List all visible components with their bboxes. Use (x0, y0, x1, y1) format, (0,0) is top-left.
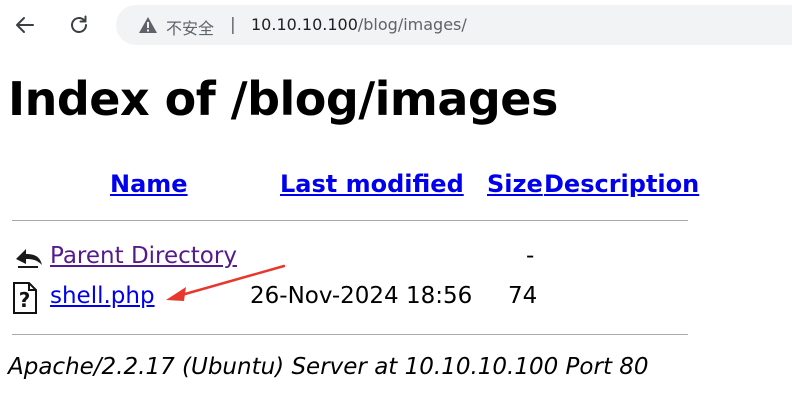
browser-toolbar: 不安全 | 10.10.10.100/blog/images/ (0, 0, 792, 50)
server-signature: Apache/2.2.17 (Ubuntu) Server at 10.10.1… (8, 354, 649, 380)
back-button[interactable] (8, 8, 42, 42)
warning-icon[interactable] (138, 16, 158, 34)
column-header-description[interactable]: Description (544, 170, 699, 198)
url-path: /blog/images/ (357, 15, 467, 34)
reload-button[interactable] (62, 8, 96, 42)
shell-php-link[interactable]: shell.php (50, 283, 155, 309)
svg-text:?: ? (19, 288, 31, 312)
parent-directory-size: - (526, 243, 535, 269)
shell-php-size: 74 (508, 283, 538, 309)
page-title: Index of /blog/images (8, 72, 558, 126)
reload-icon (71, 15, 87, 33)
column-header-last-modified[interactable]: Last modified (280, 170, 464, 198)
top-divider (12, 220, 688, 221)
address-bar[interactable]: 不安全 | 10.10.10.100/blog/images/ (116, 5, 792, 45)
url-host: 10.10.10.100 (251, 15, 358, 34)
column-header-name[interactable]: Name (110, 170, 188, 198)
bottom-divider (12, 334, 688, 335)
arrow-left-icon (16, 17, 34, 33)
security-label[interactable]: 不安全 (166, 15, 214, 39)
back-icon (16, 249, 42, 268)
column-header-size[interactable]: Size (487, 170, 543, 198)
unknown-file-icon: ? (13, 282, 37, 314)
annotation-arrow-icon (166, 264, 286, 301)
address-separator: | (230, 15, 236, 35)
url-text[interactable]: 10.10.10.100/blog/images/ (251, 15, 467, 34)
